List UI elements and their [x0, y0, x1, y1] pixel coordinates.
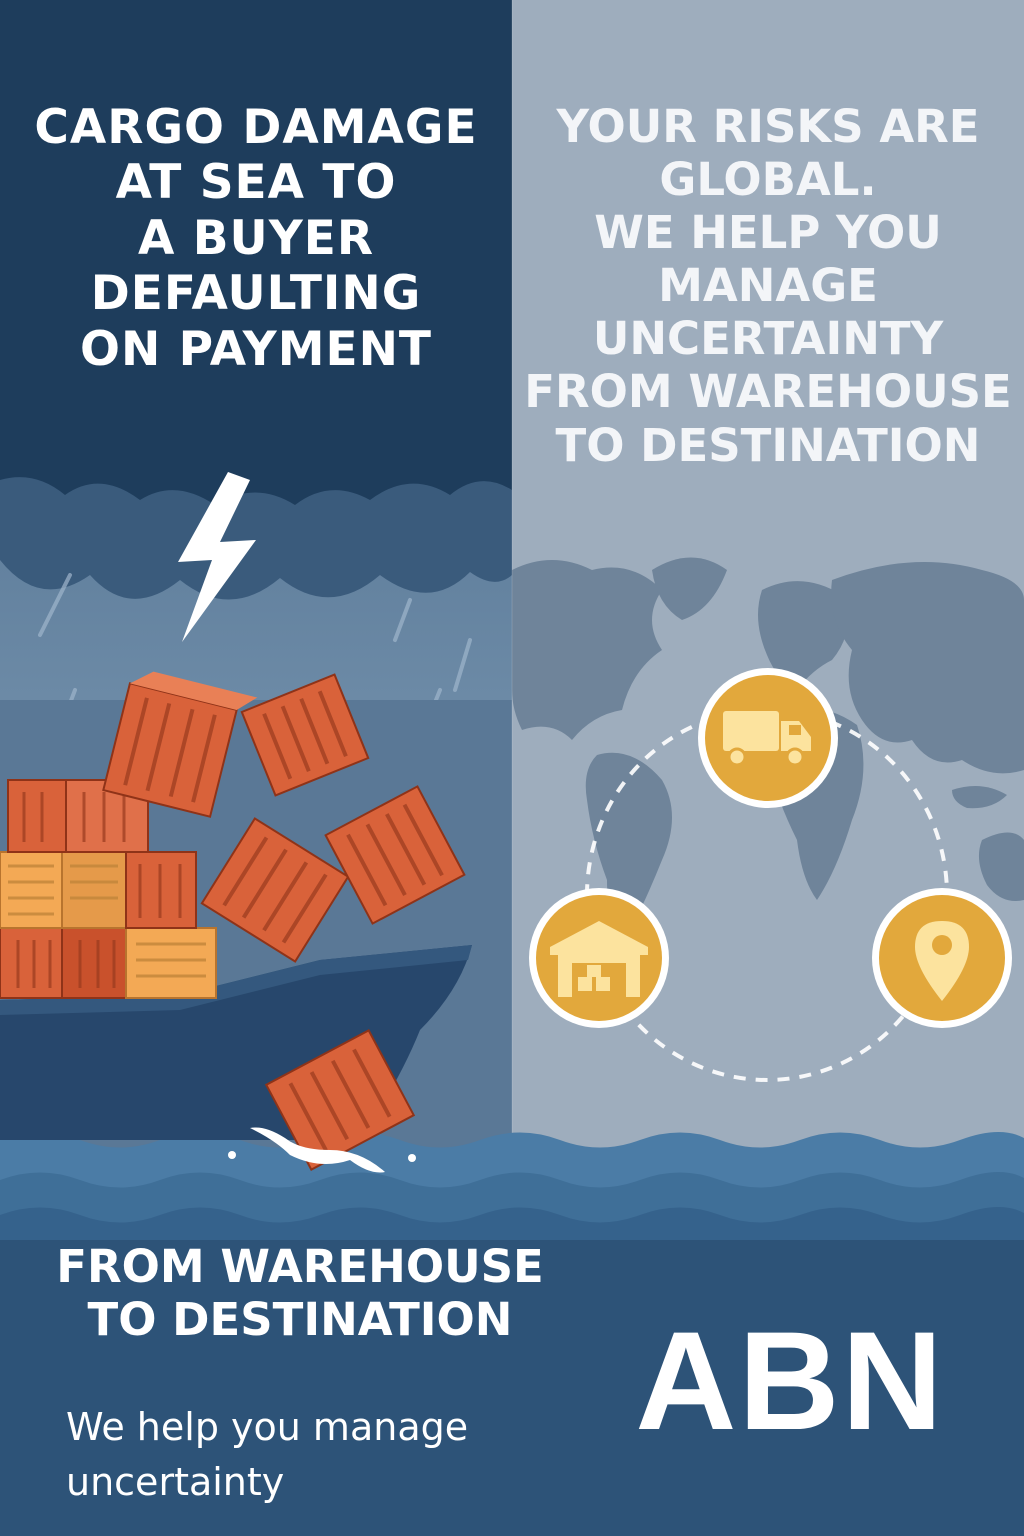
tagline: We help you manage uncertainty	[66, 1405, 469, 1505]
cargo-ship-scene	[0, 671, 1024, 1260]
sub-headline: FROM WAREHOUSE TO DESTINATION	[56, 1240, 544, 1347]
brand-logo: ABN	[635, 1302, 945, 1459]
